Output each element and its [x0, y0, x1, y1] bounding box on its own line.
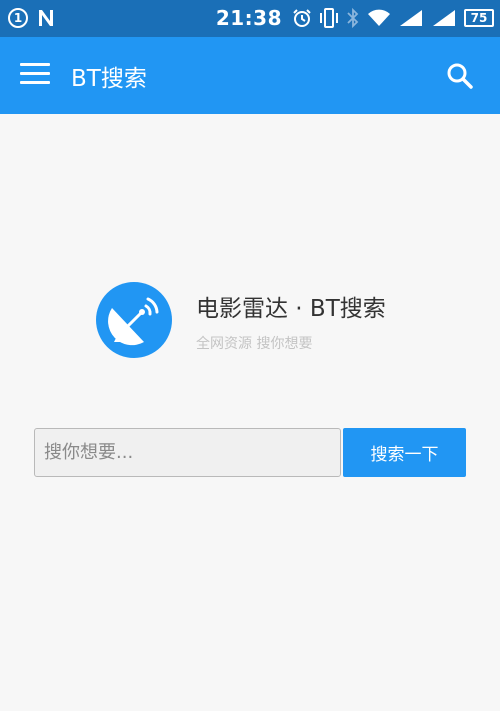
app-title: BT搜索: [71, 66, 147, 92]
status-time: 21:38: [215, 6, 282, 30]
brand-title: 电影雷达 · BT搜索: [196, 296, 386, 322]
status-bar-left: 1: [8, 8, 56, 28]
notification-count-icon: 1: [8, 8, 28, 28]
signal-icon: [400, 10, 422, 26]
battery-icon: 75: [464, 9, 494, 27]
search-input[interactable]: [34, 428, 341, 477]
alarm-icon: [293, 9, 311, 27]
vibrate-icon: [320, 8, 338, 28]
brand-subtitle: 全网资源 搜你想要: [196, 336, 313, 352]
status-bar-right: 21:38 75: [216, 6, 494, 30]
status-bar: 1 21:38 75: [0, 0, 500, 37]
n-icon: [39, 10, 53, 26]
search-icon[interactable]: [446, 62, 474, 90]
app-bar: BT搜索: [0, 37, 500, 114]
signal-icon-2: [433, 10, 455, 26]
bluetooth-icon: [347, 7, 359, 29]
hamburger-menu-icon[interactable]: [20, 63, 50, 87]
wifi-icon: [368, 9, 390, 26]
satellite-dish-icon: [96, 282, 172, 358]
search-button[interactable]: 搜索一下: [343, 428, 466, 477]
